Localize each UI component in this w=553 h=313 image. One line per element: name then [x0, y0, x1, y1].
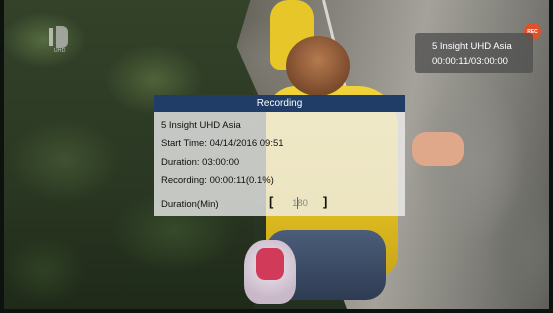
dialog-recording-progress: Recording: 00:00:11(0.1%) [161, 175, 274, 186]
climber-hand [412, 132, 464, 166]
dialog-title: Recording [154, 95, 405, 112]
dialog-start-time: Start Time: 04/14/2016 09:51 [161, 138, 284, 149]
dialog-duration: Duration: 03:00:00 [161, 157, 240, 168]
recording-info-channel: 5 Insight UHD Asia [432, 41, 512, 52]
recording-dialog: Recording 5 Insight UHD Asia Start Time:… [154, 95, 405, 216]
bracket-left: [ [269, 194, 274, 209]
recording-info-box: 5 Insight UHD Asia 00:00:11/03:00:00 [415, 33, 533, 73]
text-caret [297, 197, 298, 209]
dialog-channel: 5 Insight UHD Asia [161, 120, 241, 131]
recording-info-time: 00:00:11/03:00:00 [432, 56, 508, 67]
climber-head [286, 36, 350, 96]
channel-logo-sub: UHD [54, 48, 66, 54]
bracket-right: ] [323, 194, 328, 209]
duration-min-input[interactable]: 180 [285, 198, 315, 210]
chalk-bag-inner [256, 248, 284, 280]
channel-logo-icon: UHD [49, 26, 71, 56]
duration-min-label: Duration(Min) [161, 199, 219, 210]
